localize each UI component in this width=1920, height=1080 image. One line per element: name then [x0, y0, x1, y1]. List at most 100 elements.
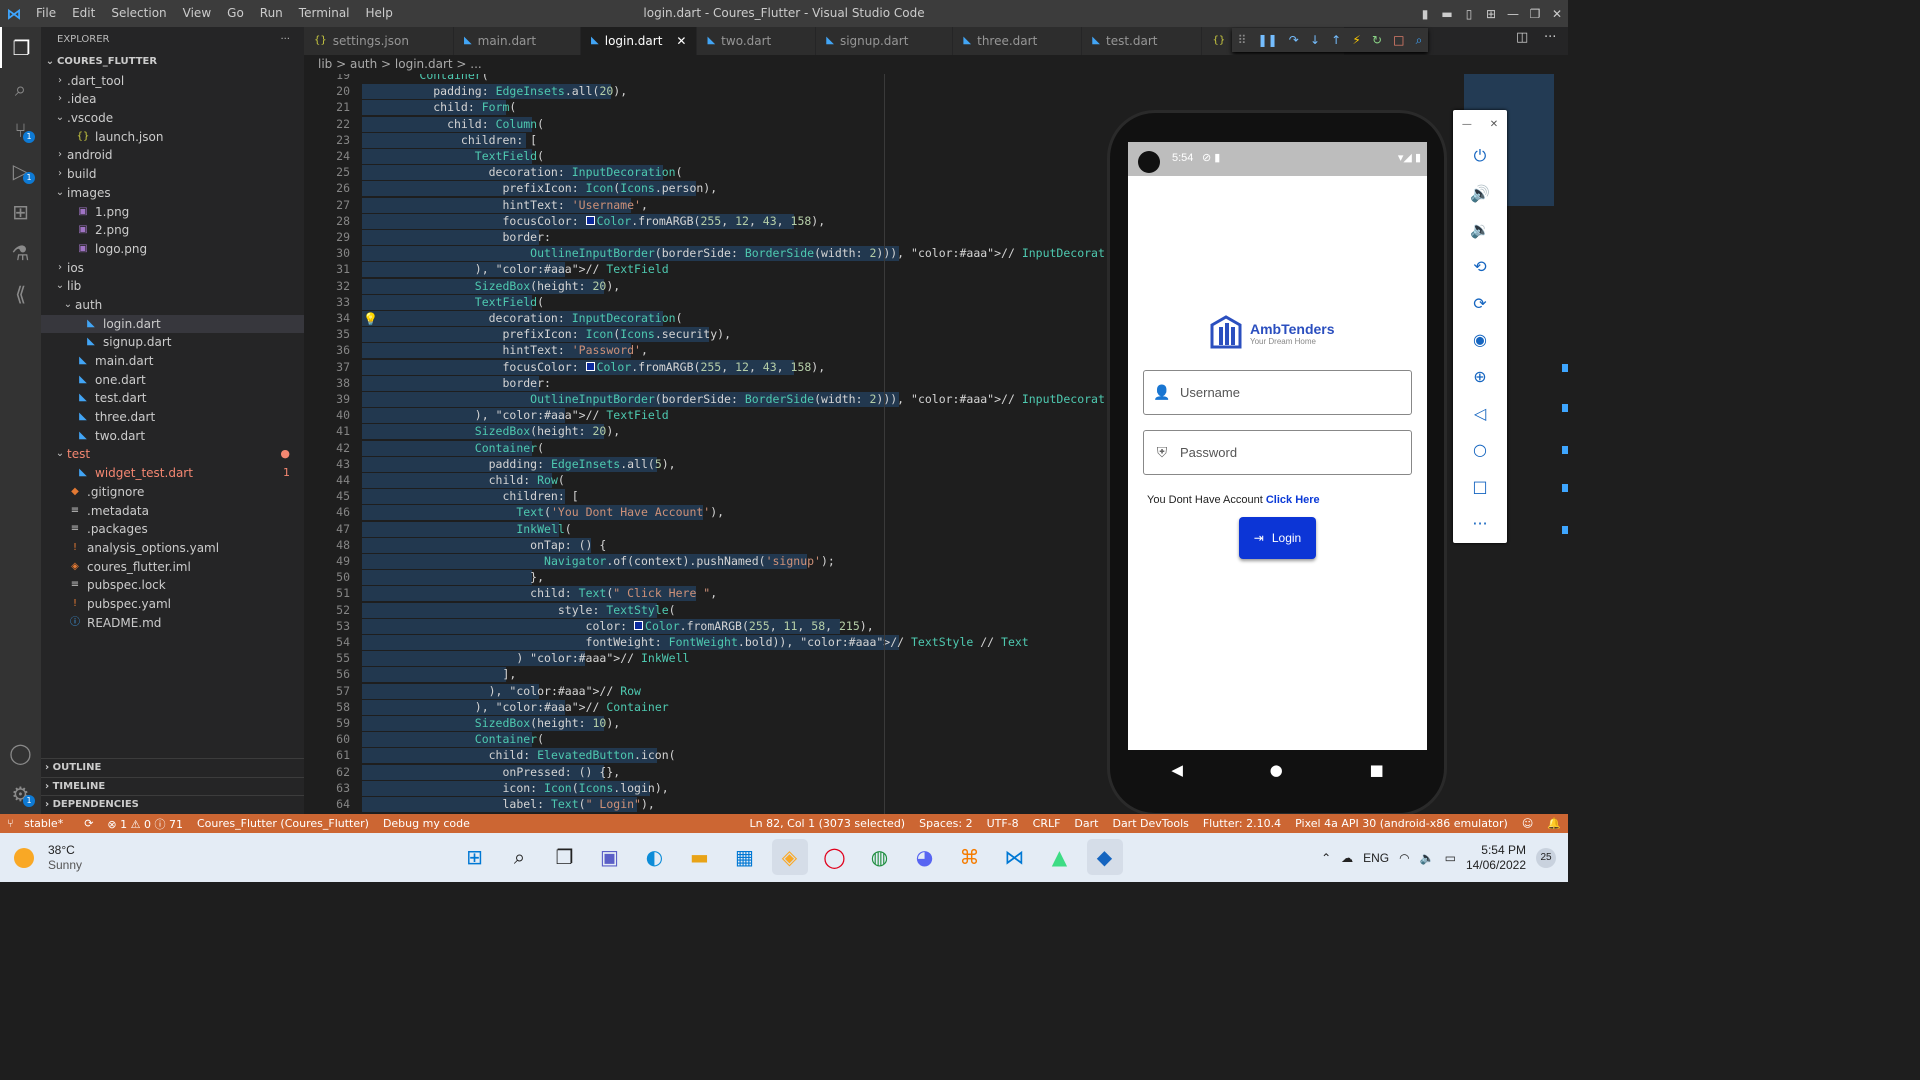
- tree-folder[interactable]: ⌄ .vscode: [41, 109, 304, 128]
- tree-file[interactable]: ▣ 2.png: [41, 221, 304, 240]
- tree-file[interactable]: ▣ logo.png: [41, 240, 304, 259]
- menu-go[interactable]: Go: [219, 0, 252, 27]
- step-out-icon[interactable]: ↑: [1331, 33, 1341, 47]
- feedback-icon[interactable]: ☺: [1515, 817, 1540, 830]
- tree-folder[interactable]: › build: [41, 165, 304, 184]
- eol-status[interactable]: CRLF: [1026, 817, 1068, 830]
- volume-up-icon[interactable]: 🔊: [1453, 175, 1507, 212]
- tree-file[interactable]: ◣ widget_test.dart 1: [41, 464, 304, 483]
- lightbulb-icon[interactable]: 💡: [363, 312, 378, 326]
- testing-icon[interactable]: ⚗: [0, 232, 41, 273]
- code-line[interactable]: ), "color:#aaa">// TextField: [364, 408, 669, 422]
- problems-status[interactable]: ⊗ 1 ⚠ 0 ⓘ 71: [100, 816, 190, 832]
- tab-main-dart[interactable]: ◣ main.dart: [453, 27, 582, 55]
- device-status[interactable]: Pixel 4a API 30 (android-x86 emulator): [1288, 817, 1515, 830]
- code-line[interactable]: ), "color:#aaa">// Row: [364, 684, 641, 698]
- tree-file[interactable]: ◣ main.dart: [41, 352, 304, 371]
- tab-test-dart[interactable]: ◣ test.dart: [1082, 27, 1203, 55]
- code-line[interactable]: border:: [364, 230, 550, 244]
- tree-folder[interactable]: › ios: [41, 259, 304, 278]
- step-into-icon[interactable]: ↓: [1310, 33, 1320, 47]
- tree-folder[interactable]: › .idea: [41, 90, 304, 109]
- indent-status[interactable]: Spaces: 2: [912, 817, 979, 830]
- encoding-status[interactable]: UTF-8: [980, 817, 1026, 830]
- outline-section[interactable]: › OUTLINE: [41, 758, 304, 776]
- code-line[interactable]: decoration: InputDecoration(: [364, 311, 683, 325]
- language-status[interactable]: Dart: [1067, 817, 1105, 830]
- minimize-icon[interactable]: —: [1502, 7, 1524, 21]
- start-windows-icon[interactable]: ⊞: [457, 839, 493, 875]
- run-debug-icon[interactable]: ▷ 1: [0, 150, 41, 191]
- menu-run[interactable]: Run: [252, 0, 291, 27]
- code-line[interactable]: Container(: [364, 732, 544, 746]
- code-line[interactable]: children: [: [364, 489, 578, 503]
- menu-view[interactable]: View: [175, 0, 219, 27]
- hot-reload-icon[interactable]: ⚡: [1352, 33, 1360, 47]
- split-editor-icon[interactable]: ◫: [1516, 30, 1528, 45]
- pause-icon[interactable]: ❚❚: [1258, 33, 1278, 47]
- code-line[interactable]: Text('You Dont Have Account'),: [364, 505, 724, 519]
- zoom-icon[interactable]: ⊕: [1453, 358, 1507, 395]
- code-line[interactable]: ), "color:#aaa">// TextField: [364, 262, 669, 276]
- code-line[interactable]: ) "color:#aaa">// InkWell: [364, 651, 689, 665]
- tab-settings-json[interactable]: {} settings.json: [304, 27, 454, 55]
- tree-folder[interactable]: ⌄ test ●: [41, 445, 304, 464]
- taskbar-search-icon[interactable]: ⌕: [502, 839, 538, 875]
- click-here-link[interactable]: Click Here: [1266, 494, 1320, 506]
- code-line[interactable]: TextField(: [364, 295, 544, 309]
- code-line[interactable]: prefixIcon: Icon(Icons.person),: [364, 181, 717, 195]
- timeline-section[interactable]: › TIMELINE: [41, 777, 304, 795]
- manage-gear-icon[interactable]: ⚙ 1: [0, 773, 41, 814]
- code-line[interactable]: hintText: 'Password',: [364, 343, 647, 357]
- nav-recents-icon[interactable]: ■: [1369, 761, 1383, 779]
- menu-terminal[interactable]: Terminal: [291, 0, 358, 27]
- code-line[interactable]: child: Form(: [364, 100, 516, 114]
- debug-status[interactable]: Debug my code: [376, 817, 477, 830]
- code-line[interactable]: style: TextStyle(: [364, 603, 676, 617]
- tree-file[interactable]: ≡ .packages: [41, 520, 304, 539]
- tree-folder[interactable]: ⌄ images: [41, 184, 304, 203]
- devtools-status[interactable]: Dart DevTools: [1105, 817, 1195, 830]
- vlc-icon[interactable]: ◈: [771, 839, 808, 875]
- teams-chat-icon[interactable]: ▣: [592, 839, 628, 875]
- tree-file[interactable]: {} launch.json: [41, 128, 304, 147]
- code-line[interactable]: OutlineInputBorder(borderSide: BorderSid…: [364, 246, 1104, 260]
- back-icon[interactable]: ◁: [1453, 395, 1507, 432]
- onedrive-icon[interactable]: ☁: [1341, 851, 1353, 865]
- code-line[interactable]: InkWell(: [364, 522, 571, 536]
- login-button[interactable]: ⇥ Login: [1239, 517, 1316, 559]
- code-line[interactable]: child: Row(: [364, 473, 565, 487]
- project-status[interactable]: Coures_Flutter (Coures_Flutter): [190, 817, 376, 830]
- restore-icon[interactable]: ❐: [1524, 7, 1546, 21]
- tree-file[interactable]: ◣ two.dart: [41, 427, 304, 446]
- menu-help[interactable]: Help: [358, 0, 401, 27]
- stop-icon[interactable]: □: [1393, 33, 1404, 47]
- language-indicator[interactable]: ENG: [1363, 851, 1389, 865]
- dependencies-section[interactable]: › DEPENDENCIES: [41, 795, 304, 813]
- overview-icon[interactable]: □: [1453, 468, 1507, 505]
- flutter-icon[interactable]: ⟪: [0, 273, 41, 314]
- code-line[interactable]: children: [: [364, 133, 537, 147]
- tree-folder[interactable]: ⌄ auth: [41, 296, 304, 315]
- code-line[interactable]: Container(: [364, 441, 544, 455]
- tab-signup-dart[interactable]: ◣ signup.dart: [816, 27, 954, 55]
- username-field[interactable]: 👤 Username: [1143, 370, 1412, 415]
- tree-file[interactable]: ◣ three.dart: [41, 408, 304, 427]
- clock[interactable]: 5:54 PM 14/06/2022: [1466, 843, 1526, 873]
- code-line[interactable]: child: Column(: [364, 117, 544, 131]
- tree-file[interactable]: ◣ login.dart: [41, 314, 304, 334]
- opera-icon[interactable]: ◯: [817, 839, 853, 875]
- toggle-panel-icon[interactable]: ▬: [1436, 7, 1458, 21]
- menu-selection[interactable]: Selection: [103, 0, 174, 27]
- volume-down-icon[interactable]: 🔉: [1453, 211, 1507, 248]
- tree-file[interactable]: ⓘ README.md: [41, 614, 304, 633]
- code-line[interactable]: },: [364, 570, 544, 584]
- rotate-right-icon[interactable]: ⟳: [1453, 285, 1507, 322]
- code-line[interactable]: fontWeight: FontWeight.bold)), "color:#a…: [364, 635, 1029, 649]
- file-explorer-icon[interactable]: ▬: [682, 839, 718, 875]
- code-line[interactable]: icon: Icon(Icons.login),: [364, 781, 668, 795]
- tree-file[interactable]: ◣ signup.dart: [41, 333, 304, 352]
- tab-close-icon[interactable]: ✕: [676, 27, 686, 55]
- tree-file[interactable]: ◆ .gitignore: [41, 483, 304, 502]
- camera-icon[interactable]: ◉: [1453, 321, 1507, 358]
